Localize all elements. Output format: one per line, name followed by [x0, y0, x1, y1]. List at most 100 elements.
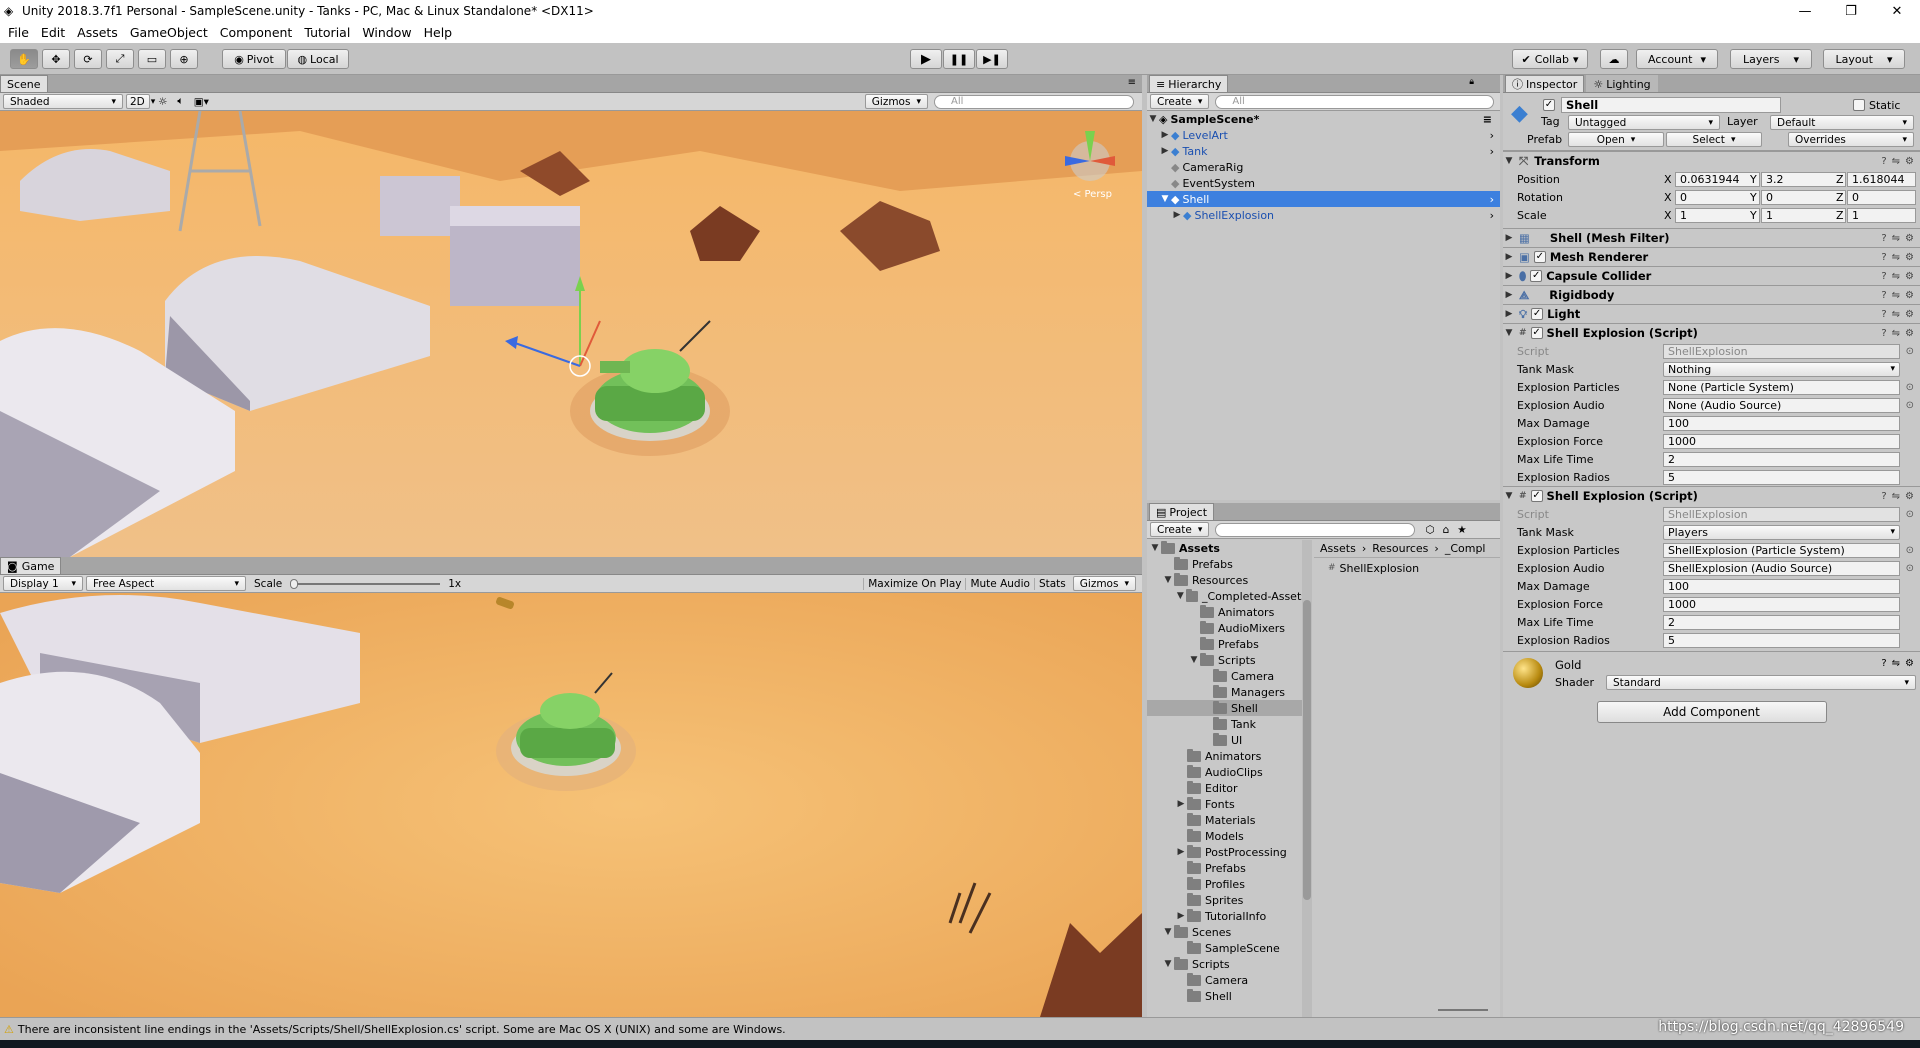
preset-icon[interactable]: ⇋ [1892, 252, 1900, 263]
tab-project[interactable]: ▤ Project [1149, 503, 1215, 520]
tab-game[interactable]: ◙ Game [0, 557, 62, 574]
property-value-field[interactable]: 2 [1663, 451, 1900, 467]
position-x-field[interactable]: 0.0631944 [1675, 171, 1760, 187]
project-folder-item[interactable]: ▼ Resources [1147, 572, 1307, 588]
component-header[interactable]: ▶ ▦ Shell (Mesh Filter)? ⇋ ⚙ [1503, 228, 1920, 247]
project-scroll-thumb[interactable] [1303, 600, 1311, 900]
expand-arrow-icon[interactable]: ▶ [1159, 146, 1171, 156]
menu-window[interactable]: Window [362, 25, 411, 40]
settings-gear-icon[interactable]: ⚙ [1905, 233, 1914, 244]
component-header[interactable]: ▶ 💡︎ ✓ Light? ⇋ ⚙ [1503, 304, 1920, 323]
scale-slider-handle[interactable] [290, 578, 299, 589]
expand-arrow-icon[interactable]: ▶ [1503, 252, 1515, 262]
favorite-star-icon[interactable]: ★ [1457, 524, 1466, 536]
project-folder-item[interactable]: Sprites [1147, 892, 1307, 908]
tank-mask-dropdown[interactable]: Nothing [1663, 361, 1900, 377]
menu-gameobject[interactable]: GameObject [130, 25, 208, 40]
preset-icon[interactable]: ⇋ [1892, 309, 1900, 320]
project-folder-item[interactable]: Materials [1147, 812, 1307, 828]
project-folder-item[interactable]: Models [1147, 828, 1307, 844]
breadcrumb-assets[interactable]: Assets [1320, 542, 1356, 555]
audio-toggle-icon[interactable]: 🔈︎ [177, 95, 183, 108]
local-button[interactable]: ◍ Local [287, 49, 349, 69]
prefab-open-button[interactable]: Open [1568, 132, 1664, 147]
tag-dropdown[interactable]: Untagged [1568, 115, 1720, 130]
scene-root-row[interactable]: ▼ ◈ SampleScene* ≡ [1147, 111, 1500, 127]
expand-arrow-icon[interactable]: ▶ [1175, 799, 1187, 809]
prefab-open-arrow-icon[interactable]: › [1490, 209, 1494, 222]
persp-label[interactable]: < Persp [1073, 189, 1112, 200]
hierarchy-item[interactable]: ◆ EventSystem [1147, 175, 1500, 191]
expand-arrow-icon[interactable]: ▼ [1162, 959, 1174, 969]
step-button[interactable]: ▶❚ [976, 49, 1008, 69]
object-picker-icon[interactable]: ⊙ [1906, 509, 1914, 520]
expand-arrow-icon[interactable]: ▼ [1503, 491, 1515, 501]
game-viewport[interactable] [0, 593, 1142, 1017]
project-folder-item[interactable]: ▼ Scripts [1147, 652, 1307, 668]
component-header[interactable]: ▶ ⬮ ✓ Capsule Collider? ⇋ ⚙ [1503, 266, 1920, 285]
expand-arrow-icon[interactable]: ▼ [1188, 655, 1200, 665]
preset-icon[interactable]: ⇋ [1892, 233, 1900, 244]
component-header[interactable]: ▶ ▣ ✓ Mesh Renderer? ⇋ ⚙ [1503, 247, 1920, 266]
position-y-field[interactable]: 3.2 [1761, 171, 1846, 187]
2d-toggle[interactable]: 2D [126, 94, 150, 109]
asset-item[interactable]: # ShellExplosion [1314, 560, 1500, 576]
tab-scene[interactable]: Scene [0, 75, 48, 92]
object-picker-icon[interactable]: ⊙ [1906, 382, 1914, 393]
settings-gear-icon[interactable]: ⚙ [1905, 491, 1914, 502]
expand-arrow-icon[interactable]: ▶ [1175, 911, 1187, 921]
add-component-button[interactable]: Add Component [1596, 701, 1827, 723]
shading-mode-dropdown[interactable]: Shaded [3, 94, 123, 109]
property-value-field[interactable]: 5 [1663, 469, 1900, 485]
material-header[interactable]: Gold Shader Standard ? ⇋ ⚙ [1503, 651, 1920, 693]
hand-tool-button[interactable]: ✋ [10, 49, 38, 69]
project-folder-item[interactable]: Prefabs [1147, 860, 1307, 876]
pivot-button[interactable]: ◉ Pivot [222, 49, 286, 69]
property-value-field[interactable]: None (Audio Source) [1663, 397, 1900, 413]
project-folder-item[interactable]: UI [1147, 732, 1307, 748]
minimize-button[interactable]: — [1782, 0, 1828, 22]
panel-menu-icon[interactable]: ≡ [1128, 77, 1136, 88]
cloud-button[interactable]: ☁ [1600, 49, 1628, 69]
settings-gear-icon[interactable]: ⚙ [1905, 156, 1914, 167]
scene-search-input[interactable]: All [934, 94, 1134, 109]
project-folder-item[interactable]: Editor [1147, 780, 1307, 796]
move-tool-button[interactable]: ✥ [42, 49, 70, 69]
filter-type-icon[interactable]: ⬡ [1425, 524, 1434, 536]
project-tree-scrollbar[interactable] [1302, 540, 1312, 1017]
property-value-field[interactable]: 100 [1663, 415, 1900, 431]
component-enabled-checkbox[interactable]: ✓ [1531, 308, 1544, 320]
prefab-open-arrow-icon[interactable]: › [1490, 193, 1494, 206]
expand-arrow-icon[interactable]: ▼ [1503, 156, 1515, 166]
layer-dropdown[interactable]: Default [1770, 115, 1914, 130]
game-gizmos-dropdown[interactable]: Gizmos [1072, 576, 1136, 591]
project-folder-item[interactable]: Shell [1147, 988, 1307, 1004]
project-folder-item[interactable]: Camera [1147, 972, 1307, 988]
component-enabled-checkbox[interactable]: ✓ [1533, 251, 1546, 263]
maximize-button[interactable]: ❐ [1828, 0, 1874, 22]
hierarchy-item[interactable]: ▶ ◆ LevelArt › [1147, 127, 1500, 143]
layers-dropdown[interactable]: Layers ▾ [1730, 49, 1812, 69]
expand-arrow-icon[interactable]: ▶ [1171, 210, 1183, 220]
scale-y-field[interactable]: 1 [1761, 207, 1846, 223]
menu-help[interactable]: Help [424, 25, 453, 40]
shader-dropdown[interactable]: Standard [1606, 675, 1916, 690]
tab-lighting[interactable]: ☼ Lighting [1586, 75, 1658, 92]
property-value-field[interactable]: 5 [1663, 632, 1900, 648]
maximize-on-play-toggle[interactable]: Maximize On Play [863, 577, 965, 590]
expand-arrow-icon[interactable]: ▶ [1503, 290, 1515, 300]
expand-arrow-icon[interactable]: ▼ [1147, 114, 1159, 124]
expand-arrow-icon[interactable]: ▼ [1162, 927, 1174, 937]
help-icon[interactable]: ? [1881, 309, 1886, 320]
project-folder-item[interactable]: AudioMixers [1147, 620, 1307, 636]
thumbnail-size-slider[interactable] [1438, 1009, 1488, 1011]
object-picker-icon[interactable]: ⊙ [1906, 346, 1914, 357]
property-value-field[interactable]: 1000 [1663, 596, 1900, 612]
display-dropdown[interactable]: Display 1 [3, 576, 83, 591]
tab-hierarchy[interactable]: ≡ Hierarchy [1149, 75, 1229, 92]
project-search-input[interactable] [1215, 522, 1416, 537]
settings-gear-icon[interactable]: ⚙ [1905, 290, 1914, 301]
help-icon[interactable]: ? [1881, 491, 1886, 502]
project-folder-item[interactable]: AudioClips [1147, 764, 1307, 780]
settings-gear-icon[interactable]: ⚙ [1905, 252, 1914, 263]
